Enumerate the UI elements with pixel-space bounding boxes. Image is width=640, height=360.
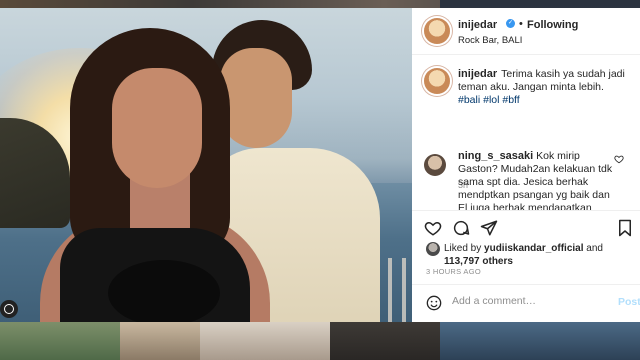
location-link[interactable]: Rock Bar, BALI xyxy=(458,35,522,46)
comment-input[interactable] xyxy=(452,295,602,307)
caption-text: inijedar Terima kasih ya sudah jadi teman… xyxy=(458,68,628,107)
comment-item: ning_s_sasaki Kok mirip Gaston? Mudah2an… xyxy=(412,148,640,210)
likes-summary: Liked by yudiiskandar_official and 113,7… xyxy=(412,240,640,270)
caption-avatar[interactable] xyxy=(424,68,450,94)
feed-background-bottom xyxy=(0,322,640,360)
comment-like-icon[interactable] xyxy=(614,154,624,164)
post-photo[interactable] xyxy=(0,8,412,322)
like-icon[interactable] xyxy=(424,219,442,237)
post-header: inijedar ✓ • Following Rock Bar, BALI xyxy=(412,8,640,55)
liker-avatar[interactable] xyxy=(426,242,440,256)
emoji-icon[interactable] xyxy=(426,295,442,311)
verified-icon: ✓ xyxy=(506,19,515,28)
tagged-user-icon[interactable] xyxy=(0,300,18,318)
comment-icon[interactable] xyxy=(452,219,470,237)
caption-username[interactable]: inijedar xyxy=(458,68,497,80)
commenter-avatar[interactable] xyxy=(424,154,446,176)
likes-text: Liked by yudiiskandar_official and 113,7… xyxy=(444,243,603,267)
separator-dot: • xyxy=(519,18,523,30)
post-username[interactable]: inijedar xyxy=(458,19,497,31)
liker-username[interactable]: yudiiskandar_official xyxy=(484,243,583,254)
avatar[interactable] xyxy=(424,18,450,44)
comment-text: ning_s_sasaki Kok mirip Gaston? Mudah2an… xyxy=(458,150,616,210)
following-button[interactable]: Following xyxy=(527,19,578,31)
post-detail-panel: inijedar ✓ • Following Rock Bar, BALI in… xyxy=(412,8,640,322)
share-icon[interactable] xyxy=(480,219,498,237)
post-timestamp: 3 HOURS AGO xyxy=(426,267,481,276)
bookmark-icon[interactable] xyxy=(616,219,634,237)
censor-blur xyxy=(108,260,220,322)
post-actions xyxy=(412,210,640,241)
add-comment-bar: Post xyxy=(412,284,640,322)
comment-username[interactable]: ning_s_sasaki xyxy=(458,150,533,162)
post-comment-button[interactable]: Post xyxy=(618,296,640,308)
likes-count[interactable]: 113,797 others xyxy=(444,256,513,267)
caption-hashtags[interactable]: #bali #lol #bff xyxy=(458,94,520,106)
